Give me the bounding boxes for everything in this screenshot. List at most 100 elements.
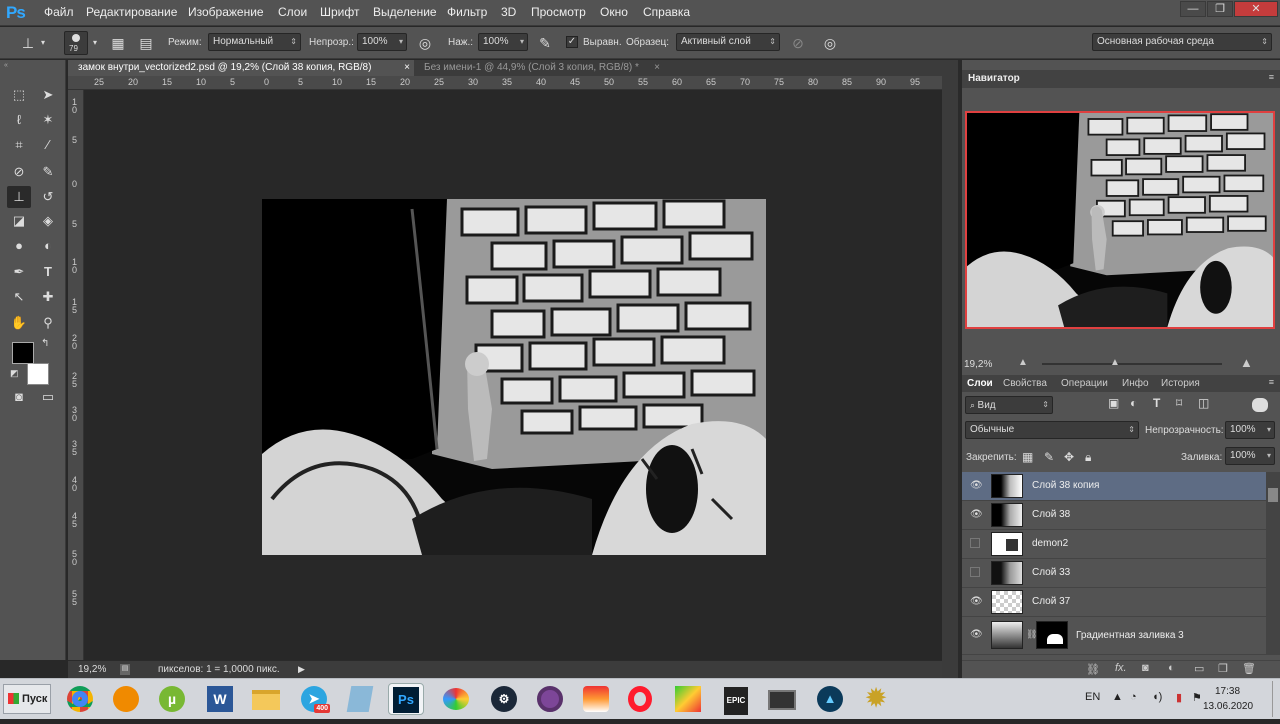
link-layers-icon[interactable]: ⛓︎ bbox=[1086, 663, 1100, 676]
zoom-slider-handle[interactable]: ▲ bbox=[1110, 357, 1120, 368]
menu-type[interactable]: Шрифт bbox=[320, 5, 359, 19]
ignore-adjustment-icon[interactable]: ⊘ bbox=[788, 33, 808, 53]
hand-tool-icon[interactable]: ✋ bbox=[7, 312, 31, 334]
pressure-opacity-icon[interactable]: ◎ bbox=[415, 33, 435, 53]
fx-icon[interactable]: fx. bbox=[1115, 662, 1127, 674]
blend-mode-select[interactable]: Обычные ⇕ bbox=[965, 421, 1139, 439]
filter-shape-icon[interactable]: ⌑ bbox=[1176, 396, 1182, 410]
navigator-title[interactable]: Навигатор bbox=[968, 73, 1020, 84]
eyedropper-tool-icon[interactable]: ⁄ bbox=[36, 134, 60, 156]
eye-icon[interactable]: 👁︎ bbox=[970, 629, 983, 641]
trash-icon[interactable]: 🗑︎ bbox=[1242, 662, 1256, 675]
new-layer-icon[interactable]: ❐ bbox=[1218, 662, 1228, 675]
dodge-tool-icon[interactable]: ◐ bbox=[36, 235, 60, 257]
mode-select[interactable]: Нормальный ⇕ bbox=[208, 33, 301, 51]
tor-icon[interactable] bbox=[532, 683, 568, 715]
utorrent-icon[interactable]: µ bbox=[154, 683, 190, 715]
close-button[interactable]: ✕ bbox=[1234, 1, 1278, 17]
layer-row[interactable]: 👁︎ Слой 38 bbox=[962, 501, 1266, 530]
menu-image[interactable]: Изображение bbox=[188, 5, 264, 19]
language-indicator[interactable]: EN bbox=[1085, 691, 1100, 703]
document-canvas[interactable] bbox=[262, 199, 766, 555]
tab-properties[interactable]: Свойства bbox=[1003, 378, 1047, 389]
layer-row[interactable]: 👁︎ ⛓︎ Градиентная заливка 3 bbox=[962, 617, 1266, 655]
move-tool-icon[interactable]: ➤ bbox=[36, 84, 60, 106]
lasso-tool-icon[interactable]: ℓ bbox=[7, 109, 31, 131]
magic-wand-tool-icon[interactable]: ✶ bbox=[36, 109, 60, 131]
visibility-toggle-off[interactable] bbox=[970, 538, 980, 548]
panel-menu-icon[interactable]: ≡ bbox=[1269, 377, 1274, 387]
shape-tool-icon[interactable]: ✚ bbox=[36, 286, 60, 308]
chrome-icon[interactable] bbox=[62, 683, 98, 715]
lock-position-icon[interactable]: ✥ bbox=[1064, 450, 1074, 464]
tab-document-1[interactable]: замок внутри_vectorized2.psd @ 19,2% (Сл… bbox=[68, 60, 414, 76]
swap-colors-icon[interactable]: ↰ bbox=[41, 338, 49, 349]
menu-help[interactable]: Справка bbox=[643, 5, 690, 19]
tab-actions[interactable]: Операции bbox=[1061, 378, 1108, 389]
sample-select[interactable]: Активный слой ⇕ bbox=[676, 33, 780, 51]
navigator-preview[interactable] bbox=[965, 111, 1275, 329]
close-tab-icon[interactable]: × bbox=[404, 60, 410, 76]
eye-icon[interactable]: 👁︎ bbox=[970, 480, 983, 492]
panel-menu-icon[interactable]: ≡ bbox=[1269, 72, 1274, 82]
marquee-tool-icon[interactable]: ⬚ bbox=[7, 84, 31, 106]
layer-name[interactable]: Слой 37 bbox=[1032, 596, 1070, 607]
clone-stamp-tool-preset-icon[interactable]: ⊥ bbox=[18, 33, 38, 53]
eraser-tool-icon[interactable]: ◪ bbox=[7, 210, 31, 232]
brush-picker-chevron-icon[interactable]: ▾ bbox=[90, 33, 100, 53]
status-doc-icon[interactable]: ▤ bbox=[120, 664, 130, 675]
minimize-button[interactable]: — bbox=[1180, 1, 1206, 17]
workspace-select[interactable]: Основная рабочая среда ⇕ bbox=[1092, 33, 1272, 51]
healing-brush-tool-icon[interactable]: ⊘ bbox=[7, 161, 31, 183]
start-button[interactable]: Пуск bbox=[3, 684, 51, 714]
flag-icon[interactable]: ⚑ bbox=[1192, 691, 1202, 704]
menu-edit[interactable]: Редактирование bbox=[86, 5, 177, 19]
quick-mask-icon[interactable]: ◙ bbox=[7, 386, 31, 408]
layer-filter-select[interactable]: ⌕ Вид ⇕ bbox=[965, 396, 1053, 414]
filter-type-icon[interactable]: T bbox=[1153, 396, 1160, 410]
tab-history[interactable]: История bbox=[1161, 378, 1200, 389]
volume-icon[interactable]: ◖) bbox=[1152, 691, 1162, 703]
lock-all-icon[interactable]: 🔒︎ bbox=[1085, 450, 1091, 465]
visibility-toggle-off[interactable] bbox=[970, 567, 980, 577]
filter-smart-object-icon[interactable]: ◫ bbox=[1198, 396, 1209, 410]
layer-row[interactable]: 👁︎ Слой 38 копия bbox=[962, 472, 1266, 501]
blur-tool-icon[interactable]: ● bbox=[7, 235, 31, 257]
game-icon[interactable] bbox=[578, 683, 614, 715]
toolbar-grip[interactable]: « bbox=[4, 62, 62, 69]
battery-icon[interactable]: ▮ bbox=[1176, 691, 1182, 704]
layer-row[interactable]: 👁︎ Слой 37 bbox=[962, 588, 1266, 617]
tab-document-2[interactable]: Без имени-1 @ 44,9% (Слой 3 копия, RGB/8… bbox=[414, 60, 664, 76]
menu-window[interactable]: Окно bbox=[600, 5, 628, 19]
tab-info[interactable]: Инфо bbox=[1122, 378, 1149, 389]
network-icon[interactable]: ◔ bbox=[1130, 691, 1137, 703]
zoom-tool-icon[interactable]: ⚲ bbox=[36, 312, 60, 334]
arcade-icon[interactable]: ▲ bbox=[812, 683, 848, 715]
clone-stamp-tool-icon[interactable]: ⊥ bbox=[7, 186, 31, 208]
status-menu-arrow-icon[interactable]: ▶ bbox=[298, 664, 305, 675]
screen-mode-icon[interactable]: ▭ bbox=[36, 386, 60, 408]
monitor-icon[interactable] bbox=[764, 683, 800, 715]
scrollbar-thumb[interactable] bbox=[1268, 488, 1278, 502]
paint-icon[interactable] bbox=[438, 683, 474, 715]
menu-view[interactable]: Просмотр bbox=[531, 5, 586, 19]
airbrush-icon[interactable]: ✎ bbox=[535, 33, 555, 53]
menu-filter[interactable]: Фильтр bbox=[447, 5, 487, 19]
adjustment-layer-icon[interactable]: ◐ bbox=[1168, 662, 1175, 674]
word-icon[interactable]: W bbox=[202, 683, 238, 715]
pressure-input[interactable]: 100% ▾ bbox=[478, 33, 528, 51]
menu-layers[interactable]: Слои bbox=[278, 5, 307, 19]
default-colors-icon[interactable]: ◩ bbox=[10, 368, 19, 379]
clone-source-icon[interactable]: ▤ bbox=[136, 33, 156, 53]
fill-input[interactable]: 100% ▾ bbox=[1225, 447, 1275, 465]
paint-bucket-tool-icon[interactable]: ◈ bbox=[36, 210, 60, 232]
layer-name[interactable]: Слой 33 bbox=[1032, 567, 1070, 578]
opera-icon[interactable] bbox=[622, 683, 658, 715]
path-selection-tool-icon[interactable]: ↖ bbox=[7, 286, 31, 308]
filter-pixel-icon[interactable]: ▣ bbox=[1108, 396, 1119, 410]
canvas-vertical-scrollbar[interactable] bbox=[942, 60, 958, 678]
new-group-icon[interactable]: ▭ bbox=[1194, 662, 1204, 675]
crop-tool-icon[interactable]: ⌗ bbox=[7, 134, 31, 156]
show-hidden-icons-icon[interactable]: ▲ bbox=[1112, 691, 1123, 703]
pressure-size-icon[interactable]: ◎ bbox=[820, 33, 840, 53]
